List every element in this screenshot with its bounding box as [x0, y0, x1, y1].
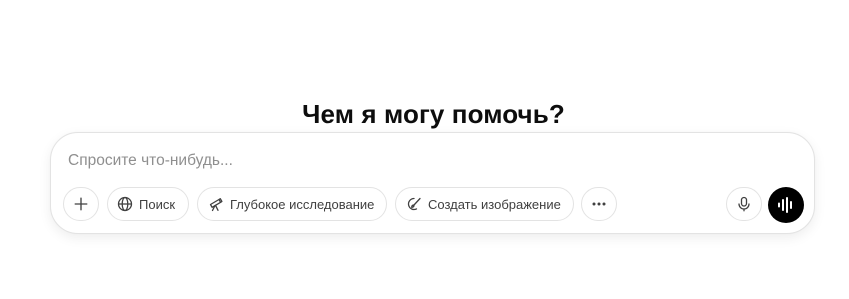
paintbrush-icon	[406, 196, 422, 212]
attach-button[interactable]	[63, 187, 99, 221]
search-button[interactable]: Поиск	[107, 187, 189, 221]
dictate-button[interactable]	[726, 187, 762, 221]
page-title: Чем я могу помочь?	[302, 99, 565, 130]
create-image-label: Создать изображение	[428, 196, 561, 212]
prompt-input[interactable]	[68, 149, 668, 173]
page: Чем я могу помочь? Поиск	[0, 0, 849, 299]
prompt-composer: Поиск Глубокое исследование Создать	[50, 132, 815, 234]
deep-research-label: Глубокое исследование	[230, 196, 375, 212]
plus-icon	[73, 196, 89, 212]
deep-research-button[interactable]: Глубокое исследование	[197, 187, 387, 221]
voice-mode-button[interactable]	[768, 187, 804, 223]
more-tools-button[interactable]	[581, 187, 617, 221]
voice-waveform-icon	[776, 195, 796, 215]
create-image-button[interactable]: Создать изображение	[395, 187, 574, 221]
telescope-icon	[208, 196, 224, 212]
search-label: Поиск	[139, 196, 176, 212]
globe-icon	[117, 196, 133, 212]
ellipsis-icon	[591, 196, 607, 212]
microphone-icon	[736, 196, 752, 212]
